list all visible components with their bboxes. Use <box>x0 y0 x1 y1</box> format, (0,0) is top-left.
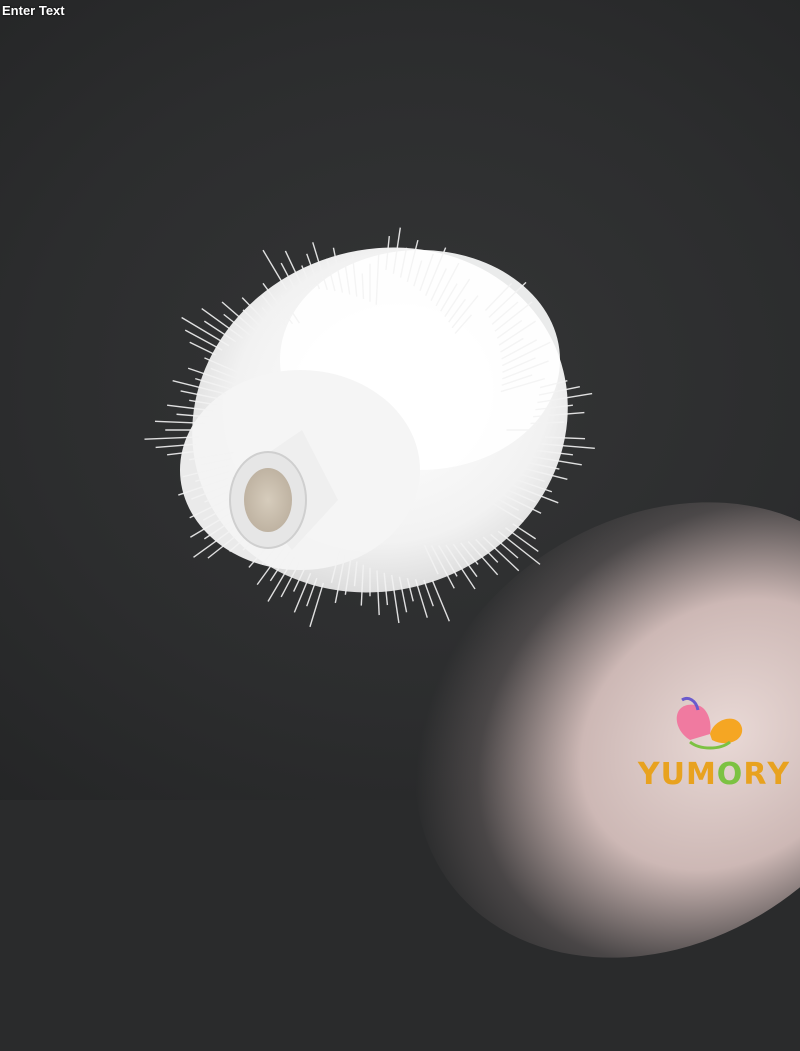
bristle-spike <box>184 329 223 351</box>
bristle-spike <box>505 527 539 552</box>
bristle-spike <box>423 579 434 607</box>
logo-letter: Y <box>767 757 791 792</box>
logo-letter: U <box>660 757 686 792</box>
bristle-spike <box>262 249 288 290</box>
butterfly-icon <box>676 696 743 750</box>
yumory-logo: YUMORY <box>630 688 798 796</box>
bristle-spike <box>309 582 325 628</box>
logo-letter: M <box>685 757 717 792</box>
bristle-cluster <box>180 247 568 593</box>
toilet-brush-head <box>144 227 595 628</box>
logo-letter: O <box>716 757 744 792</box>
bristle-spike <box>512 523 537 540</box>
logo-wordmark: YUMORY <box>630 757 798 792</box>
bristle-spike <box>431 580 450 622</box>
logo-letter: R <box>743 757 768 792</box>
logo-letter: Y <box>637 757 661 792</box>
